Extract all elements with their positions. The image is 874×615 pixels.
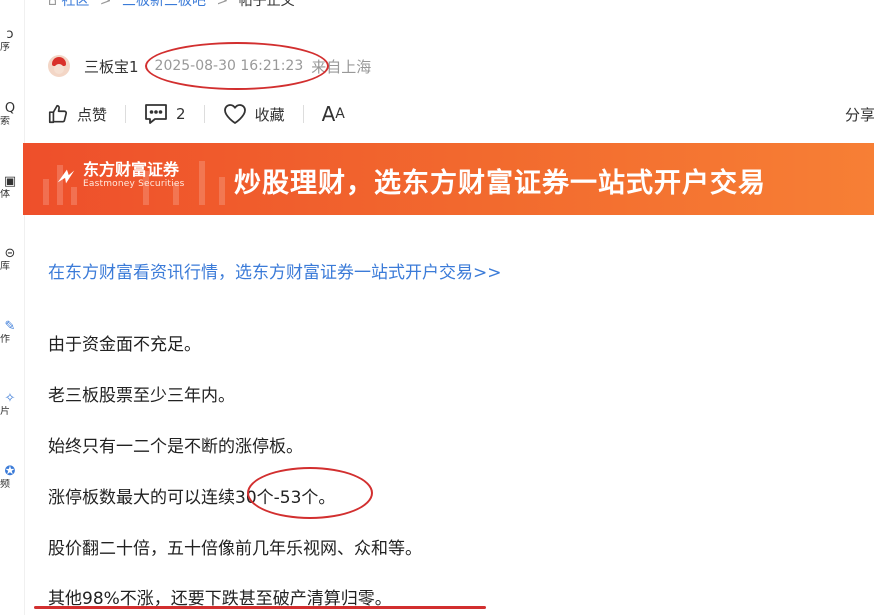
logo-text-cn: 东方财富证券 bbox=[83, 160, 180, 179]
post-paragraph: 涨停板数最大的可以连续30个-53个。 bbox=[48, 488, 336, 508]
sidebar-item-label: 图片 bbox=[0, 406, 10, 417]
write-icon: ✎ bbox=[4, 319, 16, 334]
home-icon: ⌂ bbox=[48, 0, 62, 9]
sidebar-item-label: 版 bbox=[0, 0, 16, 4]
font-size-small-label: A bbox=[335, 106, 345, 122]
favorite-label: 收藏 bbox=[254, 105, 285, 124]
breadcrumb-item-current: 帖子正文 bbox=[238, 0, 295, 9]
promo-link[interactable]: 在东方财富看资讯行情，选东方财富证券一站式开户交易>> bbox=[48, 258, 502, 283]
breadcrumb-separator: > bbox=[99, 0, 112, 9]
author-name[interactable]: 三板宝1 bbox=[84, 56, 139, 77]
post-paragraph: 老三板股票至少三年内。 bbox=[48, 386, 235, 406]
sidebar-item-image[interactable]: ✧ 图片 bbox=[0, 392, 24, 418]
sidebar-item-label: 媒体 bbox=[0, 189, 10, 200]
sidebar-item-mini-program[interactable]: ↄ 程序 bbox=[0, 28, 24, 54]
ad-banner[interactable]: 东方财富证券 Eastmoney Securities 炒股理财，选东方财富证券… bbox=[23, 143, 874, 215]
comment-button[interactable]: 2 bbox=[144, 103, 186, 125]
sidebar-item-video[interactable]: ✪ 视频 bbox=[0, 465, 24, 491]
sidebar-item-label: 写作 bbox=[0, 334, 10, 345]
favorite-button[interactable]: 收藏 bbox=[223, 103, 285, 125]
sidebar-item-label: 搜索 bbox=[0, 116, 10, 127]
stock-library-icon: ⊝ bbox=[4, 246, 16, 261]
sidebar-item-label: 程序 bbox=[0, 42, 10, 53]
sidebar-item-write[interactable]: ✎ 写作 bbox=[0, 320, 24, 346]
like-label: 点赞 bbox=[77, 105, 108, 124]
sidebar-item-stock-library[interactable]: ⊝ 股库 bbox=[0, 247, 24, 273]
divider bbox=[203, 105, 205, 123]
font-size-large-label: A bbox=[321, 102, 336, 126]
video-icon: ✪ bbox=[4, 464, 16, 479]
comment-count: 2 bbox=[176, 105, 186, 123]
divider bbox=[302, 105, 304, 123]
sidebar-item-label: 视频 bbox=[0, 479, 10, 490]
breadcrumb-item-community[interactable]: 社区 bbox=[61, 0, 89, 9]
sidebar-item-media[interactable]: ▣ 媒体 bbox=[0, 175, 24, 201]
thumbs-up-icon bbox=[48, 104, 68, 124]
sidebar-item-label: 股库 bbox=[0, 261, 10, 272]
left-sidebar: 版 ↄ 程序 Q 搜索 ▣ 媒体 ⊝ 股库 ✎ 写作 ✧ 图片 ✪ 视频 bbox=[0, 0, 25, 615]
breadcrumb-item-bar[interactable]: 三板新三板吧 bbox=[122, 0, 206, 9]
heart-icon bbox=[223, 104, 246, 124]
eastmoney-securities-logo: 东方财富证券 Eastmoney Securities bbox=[55, 161, 184, 190]
sidebar-item-search[interactable]: Q 搜索 bbox=[0, 102, 24, 128]
breadcrumb: ⌂ 社区 > 三板新三板吧 > 帖子正文 bbox=[48, 0, 295, 10]
media-icon: ▣ bbox=[3, 174, 17, 189]
post-paragraph: 股价翻二十倍，五十倍像前几年乐视网、众和等。 bbox=[48, 539, 422, 559]
post-paragraph: 由于资金面不充足。 bbox=[48, 335, 201, 355]
banner-slogan: 炒股理财，选东方财富证券一站式开户交易 bbox=[234, 168, 766, 199]
annotation-underline bbox=[34, 606, 486, 609]
mini-program-icon: ↄ bbox=[6, 27, 14, 42]
post-location: 来自上海 bbox=[311, 57, 372, 76]
comment-icon bbox=[145, 104, 167, 124]
search-icon: Q bbox=[4, 101, 16, 116]
logo-text-en: Eastmoney Securities bbox=[83, 179, 185, 189]
sidebar-item-partial[interactable]: 版 bbox=[0, 0, 24, 4]
divider bbox=[125, 105, 127, 123]
font-size-toggle[interactable]: AA bbox=[322, 102, 345, 126]
post-meta: 三板宝1 2025-08-30 16:21:23 来自上海 bbox=[48, 53, 371, 79]
post-paragraph: 始终只有一二个是不断的涨停板。 bbox=[48, 437, 303, 457]
image-icon: ✧ bbox=[4, 391, 16, 406]
logo-mark-icon bbox=[57, 169, 75, 183]
share-button[interactable]: 分享 bbox=[845, 104, 874, 125]
breadcrumb-separator: > bbox=[216, 0, 229, 9]
like-button[interactable]: 点赞 bbox=[47, 103, 107, 125]
action-bar: 点赞 2 收藏 AA 分享 bbox=[47, 100, 874, 128]
avatar[interactable] bbox=[48, 55, 70, 77]
post-time: 2025-08-30 16:21:23 bbox=[154, 58, 304, 74]
